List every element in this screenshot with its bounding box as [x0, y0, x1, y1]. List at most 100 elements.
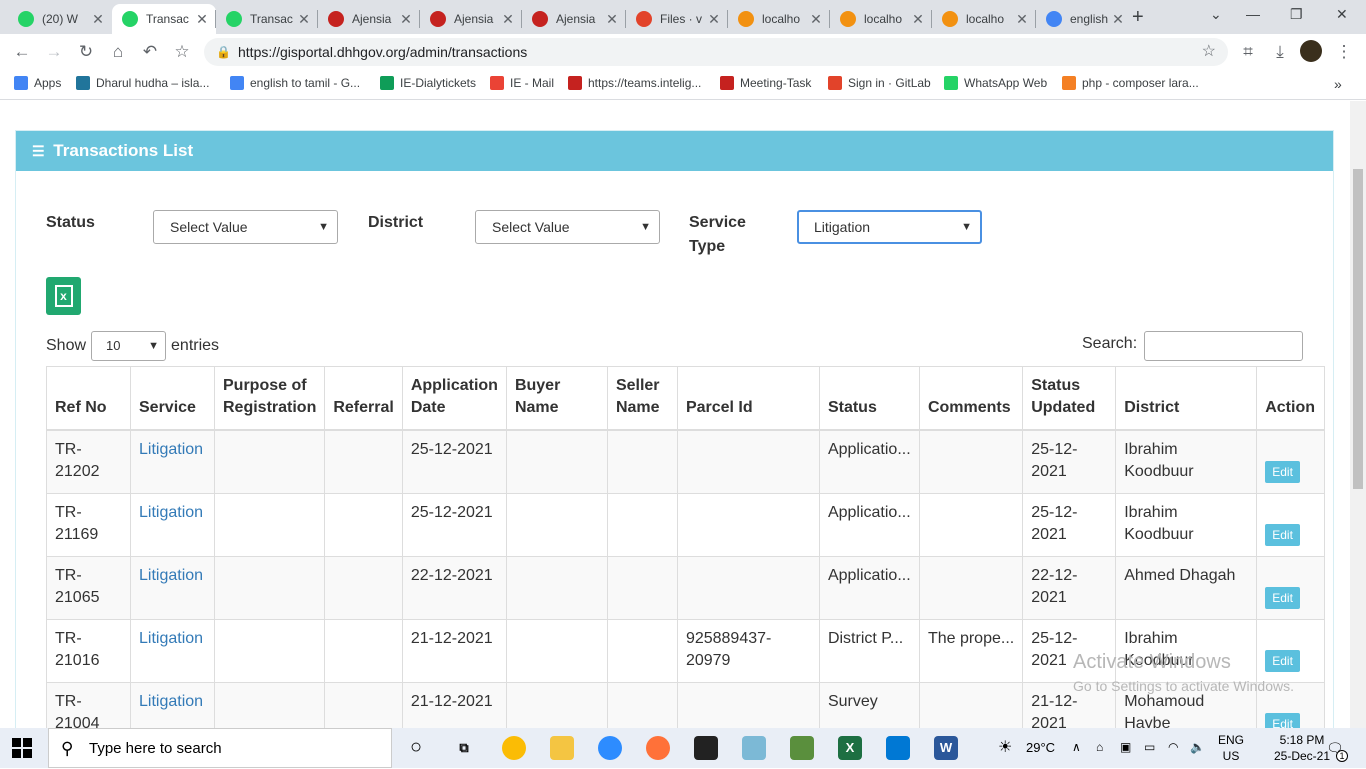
tab-close-icon[interactable]: ✕: [296, 11, 312, 28]
bookmark-item[interactable]: Meeting-Task: [720, 76, 811, 90]
new-tab-button[interactable]: +: [1132, 6, 1144, 29]
reload-icon[interactable]: ↻: [76, 42, 96, 62]
excel-taskbar-icon[interactable]: X: [838, 736, 862, 760]
weather-icon[interactable]: ☀: [998, 737, 1012, 757]
word-icon[interactable]: W: [934, 736, 958, 760]
language-indicator[interactable]: ENG US: [1218, 732, 1244, 764]
download-icon[interactable]: ⤓: [1270, 42, 1290, 62]
column-header-status[interactable]: Status: [818, 366, 920, 431]
browser-tab[interactable]: english ✕: [1036, 4, 1132, 34]
service-link[interactable]: Litigation: [139, 693, 203, 710]
edit-button[interactable]: Edit: [1265, 523, 1300, 546]
edit-button[interactable]: Edit: [1265, 586, 1300, 609]
cortana-icon[interactable]: ○: [404, 736, 428, 760]
volume-icon[interactable]: 🔈: [1190, 740, 1205, 754]
search-input[interactable]: [1144, 331, 1303, 361]
column-header-status-updated[interactable]: Status Updated: [1022, 366, 1117, 431]
browser-tab[interactable]: Ajensia ✕: [420, 4, 522, 34]
district-filter-select[interactable]: Select Value ▼: [475, 210, 660, 244]
browser-tab[interactable]: Ajensia ✕: [318, 4, 420, 34]
bookmark-item[interactable]: Apps: [14, 76, 61, 90]
column-header-referral[interactable]: Referral: [324, 366, 403, 431]
terminal-icon[interactable]: [694, 736, 718, 760]
chrome-icon[interactable]: [502, 736, 526, 760]
browser-tab[interactable]: localho ✕: [830, 4, 932, 34]
task-view-icon[interactable]: ⧉: [452, 736, 476, 760]
tab-close-icon[interactable]: ✕: [1110, 11, 1126, 28]
home-icon[interactable]: ⌂: [108, 42, 128, 62]
minimize-button[interactable]: —: [1246, 6, 1260, 22]
service-link[interactable]: Litigation: [139, 504, 203, 521]
excel-export-button[interactable]: x: [46, 277, 81, 315]
service-type-filter-select[interactable]: Litigation ▼: [797, 210, 982, 244]
column-header-application-date[interactable]: Application Date: [401, 366, 507, 431]
tab-close-icon[interactable]: ✕: [808, 11, 824, 28]
windows-start-icon[interactable]: [12, 738, 32, 758]
bookmark-item[interactable]: IE-Dialytickets: [380, 76, 476, 90]
bookmark-item[interactable]: WhatsApp Web: [944, 76, 1047, 90]
column-header-ref-no[interactable]: Ref No: [46, 366, 131, 431]
tray-app-icon[interactable]: ⌂: [1096, 740, 1103, 754]
notepad-icon[interactable]: [790, 736, 814, 760]
tab-close-icon[interactable]: ✕: [910, 11, 926, 28]
taskbar-search-box[interactable]: ⚲ Type here to search: [48, 728, 392, 768]
browser-tab[interactable]: localho ✕: [932, 4, 1036, 34]
edit-button[interactable]: Edit: [1265, 712, 1300, 728]
column-header-buyer-name[interactable]: Buyer Name: [505, 366, 608, 431]
tab-close-icon[interactable]: ✕: [194, 11, 210, 28]
tab-close-icon[interactable]: ✕: [604, 11, 620, 28]
tab-close-icon[interactable]: ✕: [1014, 11, 1030, 28]
app-icon[interactable]: [742, 736, 766, 760]
column-header-purpose[interactable]: Purpose of Registration: [213, 366, 326, 431]
column-header-comments[interactable]: Comments: [918, 366, 1024, 431]
maximize-button[interactable]: ❐: [1290, 6, 1303, 23]
column-header-seller-name[interactable]: Seller Name: [606, 366, 678, 431]
edit-button[interactable]: Edit: [1265, 649, 1300, 672]
browser-tab[interactable]: Transac ✕: [112, 4, 216, 34]
bookmark-star-icon[interactable]: ☆: [172, 42, 192, 62]
browser-tab[interactable]: Ajensia ✕: [522, 4, 626, 34]
bookmark-item[interactable]: english to tamil - G...: [230, 76, 360, 90]
bookmark-page-star-icon[interactable]: ☆: [1202, 38, 1216, 66]
profile-avatar[interactable]: [1300, 40, 1322, 62]
service-link[interactable]: Litigation: [139, 567, 203, 584]
page-scrollbar[interactable]: [1350, 101, 1366, 728]
tab-close-icon[interactable]: ✕: [90, 11, 106, 28]
bookmark-item[interactable]: php - composer lara...: [1062, 76, 1199, 90]
bookmark-item[interactable]: IE - Mail: [490, 76, 554, 90]
bookmark-item[interactable]: https://teams.intelig...: [568, 76, 701, 90]
menu-kebab-icon[interactable]: ⋮: [1334, 42, 1354, 62]
tab-close-icon[interactable]: ✕: [706, 11, 722, 28]
battery-icon[interactable]: ▭: [1144, 740, 1155, 754]
column-header-parcel-id[interactable]: Parcel Id: [676, 366, 820, 431]
status-filter-select[interactable]: Select Value ▼: [153, 210, 338, 244]
lock-icon[interactable]: 🔒: [216, 38, 231, 66]
column-header-action[interactable]: Action: [1256, 366, 1326, 431]
crop-icon[interactable]: ⌗: [1238, 42, 1258, 62]
tab-search-chevron-icon[interactable]: ⌄: [1210, 6, 1222, 23]
tab-close-icon[interactable]: ✕: [398, 11, 414, 28]
system-clock[interactable]: 5:18 PM 25-Dec-21: [1274, 732, 1330, 764]
scrollbar-thumb[interactable]: [1353, 169, 1363, 489]
bookmark-item[interactable]: Sign in · GitLab: [828, 76, 931, 90]
service-link[interactable]: Litigation: [139, 441, 203, 458]
zoom-icon[interactable]: [598, 736, 622, 760]
browser-tab[interactable]: localho ✕: [728, 4, 830, 34]
browser-tab[interactable]: Transac ✕: [216, 4, 318, 34]
back-arrow-icon[interactable]: ←: [12, 42, 32, 62]
service-link[interactable]: Litigation: [139, 630, 203, 647]
forward-arrow-icon[interactable]: →: [44, 42, 64, 62]
vscode-icon[interactable]: [886, 736, 910, 760]
tab-close-icon[interactable]: ✕: [500, 11, 516, 28]
tray-app2-icon[interactable]: ▣: [1120, 740, 1131, 754]
edit-button[interactable]: Edit: [1265, 461, 1300, 483]
column-header-service[interactable]: Service: [130, 366, 215, 431]
browser-tab[interactable]: (20) W ✕: [8, 4, 112, 34]
tray-chevron-up-icon[interactable]: ∧: [1072, 740, 1081, 754]
column-header-district[interactable]: District: [1115, 366, 1258, 431]
browser-tab[interactable]: Files · v ✕: [626, 4, 728, 34]
undo-icon[interactable]: ↶: [140, 42, 160, 62]
close-window-button[interactable]: ✕: [1336, 6, 1348, 23]
bookmarks-overflow-icon[interactable]: »: [1334, 76, 1342, 92]
bookmark-item[interactable]: Dharul hudha – isla...: [76, 76, 209, 90]
